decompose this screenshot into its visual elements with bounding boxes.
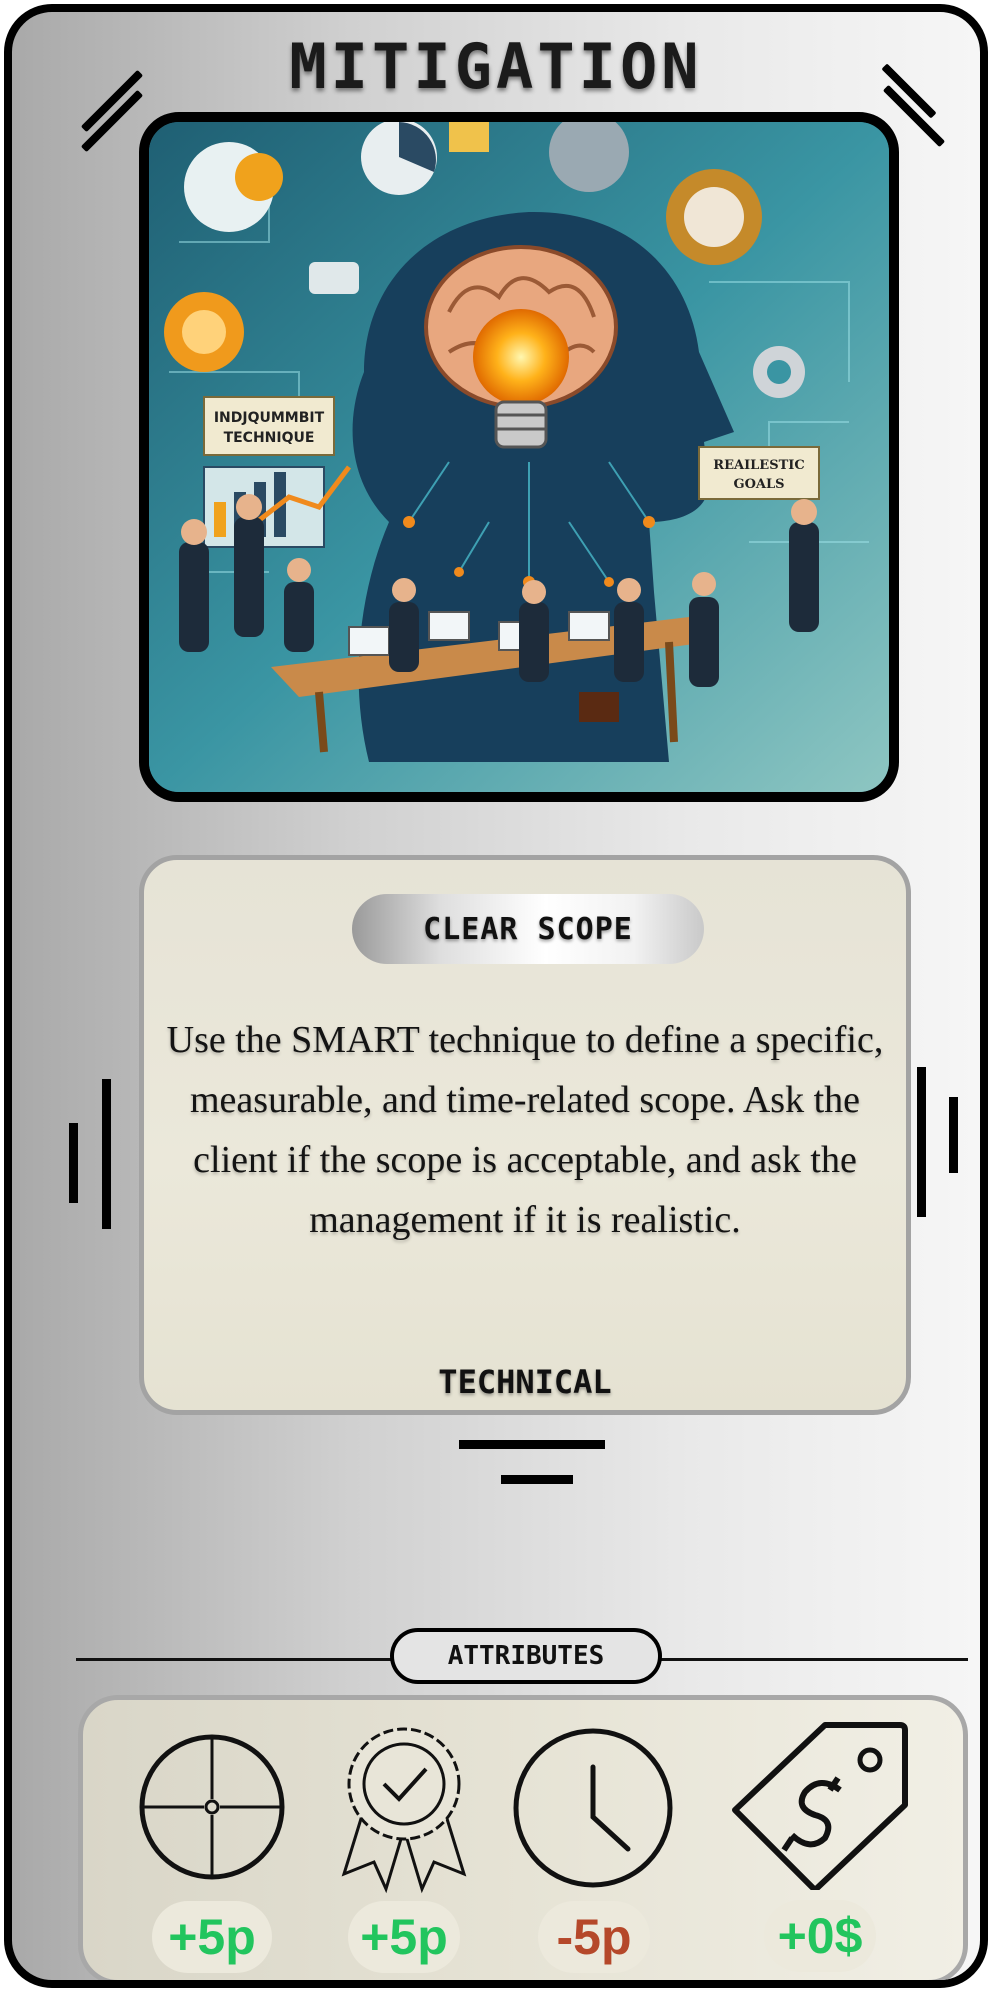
card-name: CLEAR SCOPE [352,894,704,964]
attribute-cost: +0$ [730,1720,910,1980]
card-description: Use the SMART technique to define a spec… [166,1019,884,1241]
attribute-value: -5p [538,1901,650,1973]
mitigation-card: MITIGATION INDJQUMMBIT TECHNIQUE REAILES… [4,4,988,1988]
quality-badge-icon [341,1727,467,1894]
attribute-scope: +5p [132,1727,292,1980]
sign-left-line1: INDJQUMMBIT [214,410,325,426]
attribute-value: +5p [348,1901,460,1973]
sign-right-line2: GOALS [733,477,784,492]
price-tag-icon [732,1722,908,1890]
side-decoration-right [949,1097,958,1173]
sign-right-line1: REAILESTIC [713,458,804,473]
card-category: TECHNICAL [438,1363,612,1401]
attribute-value: +0$ [764,1900,876,1972]
divider-decoration [459,1440,605,1449]
divider-decoration [501,1475,573,1484]
attribute-value: +5p [152,1901,272,1973]
card-illustration: INDJQUMMBIT TECHNIQUE REAILESTIC GOALS [139,112,899,802]
side-decoration-left [69,1123,78,1203]
sign-left-line2: TECHNIQUE [224,430,315,446]
attribute-quality: +5p [334,1724,474,1980]
card-title: MITIGATION [289,30,703,103]
attribute-time: -5p [512,1727,674,1980]
target-icon [139,1734,285,1880]
side-decoration-right [917,1067,926,1217]
attributes-label: ATTRIBUTES [390,1628,662,1684]
clock-icon [513,1728,673,1888]
side-decoration-left [102,1079,111,1229]
